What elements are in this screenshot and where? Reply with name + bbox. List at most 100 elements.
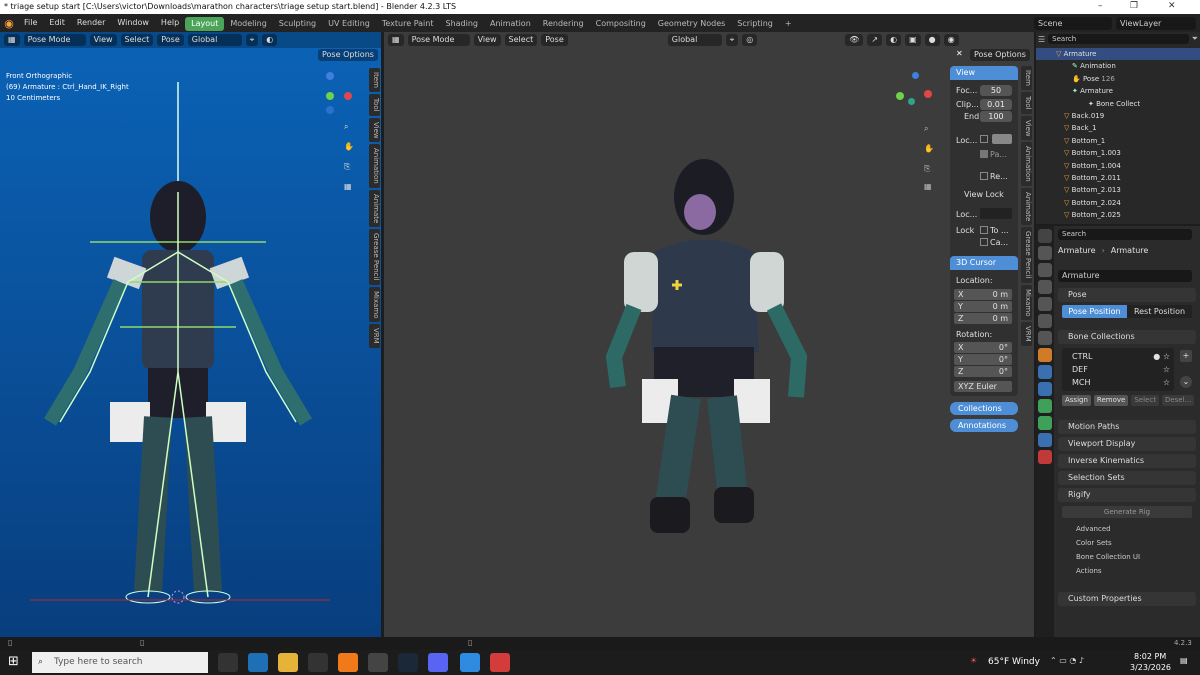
pan-hand-icon[interactable]: ✋	[924, 144, 934, 153]
tab-mixamo[interactable]: Mixamo	[1021, 284, 1032, 321]
tab-uv-editing[interactable]: UV Editing	[322, 17, 376, 31]
collection-tab-icon[interactable]	[1038, 331, 1052, 345]
shading-material-icon[interactable]: ◉	[943, 34, 959, 46]
tab-layout[interactable]: Layout	[185, 17, 225, 31]
cursor-location-y[interactable]: Y0 m	[954, 301, 1012, 312]
local-camera-checkbox[interactable]	[980, 135, 988, 143]
menu-pose[interactable]: Pose	[541, 34, 568, 46]
tab-scripting[interactable]: Scripting	[731, 17, 779, 31]
pa-checkbox[interactable]	[980, 150, 988, 158]
zoom-icon[interactable]: ⌕	[924, 124, 928, 134]
inverse-kinematics-section[interactable]: Inverse Kinematics	[1058, 454, 1196, 468]
tab-vrm[interactable]: VRM	[1021, 322, 1032, 346]
cursor-rotation-x[interactable]: X 0°	[954, 342, 1012, 353]
camera-icon[interactable]: ⎘	[924, 164, 930, 174]
character-rig-front-view[interactable]	[30, 72, 330, 632]
cursor-rotation-y[interactable]: Y 0°	[954, 354, 1012, 365]
menu-help[interactable]: Help	[155, 14, 185, 32]
menu-file[interactable]: File	[18, 14, 43, 32]
collection-menu-button[interactable]: ⌄	[1180, 376, 1192, 388]
tab-animate[interactable]: Animate	[1021, 187, 1032, 226]
app-icon[interactable]	[460, 653, 480, 672]
scene-selector[interactable]: Scene	[1034, 16, 1112, 30]
motion-paths-section[interactable]: Motion Paths	[1058, 420, 1196, 434]
outliner-row-object[interactable]: ▽ Bottom_1	[1036, 135, 1200, 147]
rotation-mode-selector[interactable]: XYZ Euler	[954, 381, 1012, 392]
pose-options-button[interactable]: Pose Options	[970, 49, 1030, 61]
close-panel-icon[interactable]: ✕	[956, 49, 963, 58]
visibility-icon[interactable]: 👁	[845, 34, 864, 46]
render-tab-icon[interactable]	[1038, 246, 1052, 260]
tab-compositing[interactable]: Compositing	[590, 17, 652, 31]
grid-toggle-icon[interactable]: ▦	[344, 182, 352, 191]
menu-window[interactable]: Window	[111, 14, 155, 32]
properties-search-input[interactable]: Search	[1058, 229, 1192, 240]
tab-tool[interactable]: Tool	[369, 93, 380, 116]
generate-rig-button[interactable]: Generate Rig	[1062, 506, 1192, 518]
tab-animation[interactable]: Animation	[369, 144, 380, 188]
outliner-row-animation[interactable]: ✎ Animation	[1036, 60, 1200, 72]
bone-collection-row[interactable]: CTRL ● ☆	[1062, 350, 1174, 363]
cursor-location-x[interactable]: X0 m	[954, 289, 1012, 300]
clip-start-field[interactable]: 0.01	[980, 99, 1012, 110]
editor-type-icon[interactable]: ▦	[4, 34, 20, 46]
tab-tool[interactable]: Tool	[1021, 91, 1032, 114]
menu-select[interactable]: Select	[120, 34, 154, 46]
selection-sets-section[interactable]: Selection Sets	[1058, 471, 1196, 485]
rigify-bone-collection-ui[interactable]: Bone Collection UI	[1058, 550, 1196, 564]
pan-hand-icon[interactable]: ✋	[344, 142, 354, 151]
proportional-icon[interactable]: ◎	[742, 34, 758, 46]
lock-camera-checkbox[interactable]	[980, 238, 988, 246]
deselect-button[interactable]: Desel...	[1161, 395, 1195, 406]
world-tab-icon[interactable]	[1038, 314, 1052, 328]
outliner-row-object[interactable]: ▽ Bottom_1.003	[1036, 147, 1200, 159]
mode-selector[interactable]: Pose Mode	[23, 34, 86, 46]
collections-panel-header[interactable]: Collections	[950, 402, 1018, 415]
grid-toggle-icon[interactable]: ▦	[924, 182, 932, 191]
menu-view[interactable]: View	[473, 34, 501, 46]
tab-animate[interactable]: Animate	[369, 189, 380, 228]
cursor-panel-header[interactable]: 3D Cursor	[950, 256, 1018, 270]
cursor-location-z[interactable]: Z0 m	[954, 313, 1012, 324]
edge-icon[interactable]	[248, 653, 268, 672]
steam-icon[interactable]	[398, 653, 418, 672]
obs-icon[interactable]	[368, 653, 388, 672]
menu-pose[interactable]: Pose	[157, 34, 184, 46]
tool-tab-icon[interactable]	[1038, 229, 1052, 243]
outliner-row-object[interactable]: ▽ Bottom_2.024	[1036, 197, 1200, 209]
remove-button[interactable]: Remove	[1093, 395, 1129, 406]
snap-icon[interactable]: ⌖	[725, 34, 739, 46]
clock-date[interactable]: 3/23/2026	[1130, 663, 1171, 672]
add-workspace-icon[interactable]: +	[779, 17, 798, 31]
outliner-row-object[interactable]: ▽ Bottom_2.013	[1036, 184, 1200, 196]
left-viewport[interactable]: ▦ Pose Mode View Select Pose Global ⌖ ◐ …	[0, 32, 381, 637]
outliner-row-object[interactable]: ▽ Bottom_2.025	[1036, 209, 1200, 221]
blender-taskbar-icon[interactable]	[338, 653, 358, 672]
select-button[interactable]: Select	[1131, 395, 1159, 406]
notifications-icon[interactable]: ▤	[1180, 656, 1188, 665]
physics-tab-icon[interactable]	[1038, 382, 1052, 396]
tab-animation[interactable]: Animation	[484, 17, 537, 31]
outliner-editor-icon[interactable]: ☰	[1038, 35, 1045, 44]
tab-texture-paint[interactable]: Texture Paint	[376, 17, 440, 31]
weather-label[interactable]: 65°F Windy	[988, 657, 1040, 667]
snap-icon[interactable]: ⌖	[245, 34, 259, 46]
camera-picker[interactable]	[992, 134, 1012, 144]
armature-data-name-field[interactable]: Armature	[1058, 270, 1192, 282]
system-tray-icons[interactable]: ⌃ ▭ ◔ ♪	[1050, 656, 1084, 665]
close-icon[interactable]: ✕	[1168, 1, 1176, 11]
tab-grease-pencil[interactable]: Grease Pencil	[1021, 227, 1032, 283]
bone-constraint-tab-icon[interactable]	[1038, 433, 1052, 447]
modifier-tab-icon[interactable]	[1038, 365, 1052, 379]
outliner-row-object[interactable]: ▽ Bottom_1.004	[1036, 160, 1200, 172]
object-tab-icon[interactable]	[1038, 348, 1052, 362]
discord-icon[interactable]	[428, 653, 448, 672]
tab-view[interactable]: View	[1021, 115, 1032, 141]
overlay-icon[interactable]: ◐	[262, 34, 278, 46]
focal-length-field[interactable]: 50	[980, 85, 1012, 96]
rigify-section-header[interactable]: Rigify	[1058, 488, 1196, 502]
minimize-icon[interactable]: –	[1098, 1, 1103, 11]
annotations-panel-header[interactable]: Annotations	[950, 419, 1018, 432]
outliner-row-object[interactable]: ▽ Back_1	[1036, 122, 1200, 134]
texture-tab-icon[interactable]	[1038, 450, 1052, 464]
